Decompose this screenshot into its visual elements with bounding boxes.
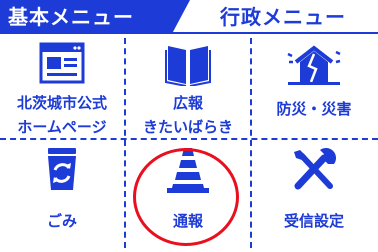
browser-icon <box>2 42 122 94</box>
grid-divider-vertical <box>250 38 252 248</box>
menu-item-label: 北茨城市公式 <box>16 94 107 112</box>
menu-item-garbage[interactable]: ごみ <box>2 142 122 242</box>
menu-item-label: 防災・災害 <box>276 100 352 118</box>
grid-divider-vertical <box>124 38 126 248</box>
menu-item-label: 広報 <box>172 94 203 112</box>
traffic-cone-icon <box>128 146 248 198</box>
menu-grid: 北茨城市公式 ホームページ 広報 きたいばらき 防災・災害 ごみ 通報 受信設定 <box>0 38 378 248</box>
tab-admin-menu[interactable]: 行政メニュー <box>190 0 378 32</box>
menu-item-label: ホームページ <box>17 118 107 136</box>
tab-basic-menu[interactable]: 基本メニュー <box>0 0 190 32</box>
tab-admin-menu-label: 行政メニュー <box>220 5 346 29</box>
menu-item-notification-settings[interactable]: 受信設定 <box>254 142 374 242</box>
menu-tab-bar: 基本メニュー 行政メニュー <box>0 0 378 34</box>
book-icon <box>128 40 248 92</box>
recycle-bin-icon <box>2 146 122 198</box>
menu-item-label: ごみ <box>46 212 77 230</box>
tab-basic-menu-label: 基本メニュー <box>8 5 134 29</box>
tab-underline <box>0 32 378 34</box>
tools-icon <box>254 146 374 198</box>
menu-item-label: 通報 <box>172 212 203 230</box>
grid-divider-horizontal <box>0 138 378 140</box>
menu-item-label: きたいばらき <box>142 118 233 136</box>
menu-item-pr-newsletter[interactable]: 広報 きたいばらき <box>128 38 248 138</box>
menu-item-official-website[interactable]: 北茨城市公式 ホームページ <box>2 38 122 138</box>
app-screen: 基本メニュー 行政メニュー 北茨城市公式 ホームページ 広報 きたいばらき 防災… <box>0 0 378 252</box>
menu-item-report[interactable]: 通報 <box>128 142 248 242</box>
menu-item-disaster-prevention[interactable]: 防災・災害 <box>254 38 374 138</box>
house-damage-icon <box>254 42 374 94</box>
menu-item-label: 受信設定 <box>283 212 344 230</box>
